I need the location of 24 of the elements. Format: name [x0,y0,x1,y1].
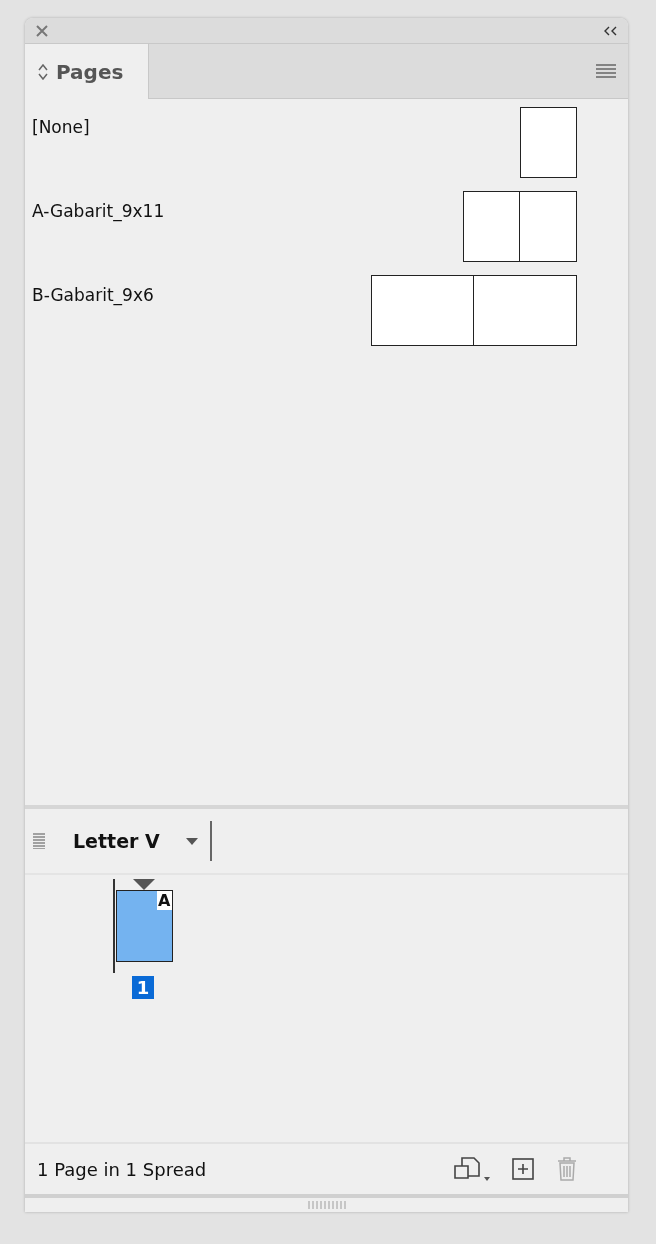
new-page-button[interactable] [512,1158,534,1180]
master-page-thumbnail[interactable] [463,191,520,262]
sort-icon [38,62,48,81]
grip-icon [33,833,45,849]
menu-button[interactable] [596,64,616,78]
panel-tab[interactable]: Pages [25,44,149,99]
master-page-thumbnail[interactable] [520,191,577,262]
master-name[interactable]: B-Gabarit_9x6 [32,285,154,359]
caret-icon [185,837,198,845]
master-name[interactable]: [None] [32,117,90,191]
master-letter: A [157,891,172,910]
tab-label: Pages [56,59,124,84]
master-page-thumbnail[interactable] [371,275,474,346]
master-page-thumbnail[interactable] [474,275,577,346]
page-size-dropdown[interactable]: Letter V [45,821,212,861]
resize-grip-icon [307,1201,346,1209]
page-thumbnail[interactable]: A [115,890,173,962]
page-number[interactable]: 1 [131,976,155,999]
close-button[interactable] [35,23,49,38]
status-text: 1 Page in 1 Spread [37,1158,207,1180]
edit-page-size-button[interactable] [454,1156,490,1182]
collapse-button[interactable] [604,25,618,36]
master-page-thumbnail[interactable] [520,107,577,178]
master-name[interactable]: A-Gabarit_9x11 [32,201,165,275]
